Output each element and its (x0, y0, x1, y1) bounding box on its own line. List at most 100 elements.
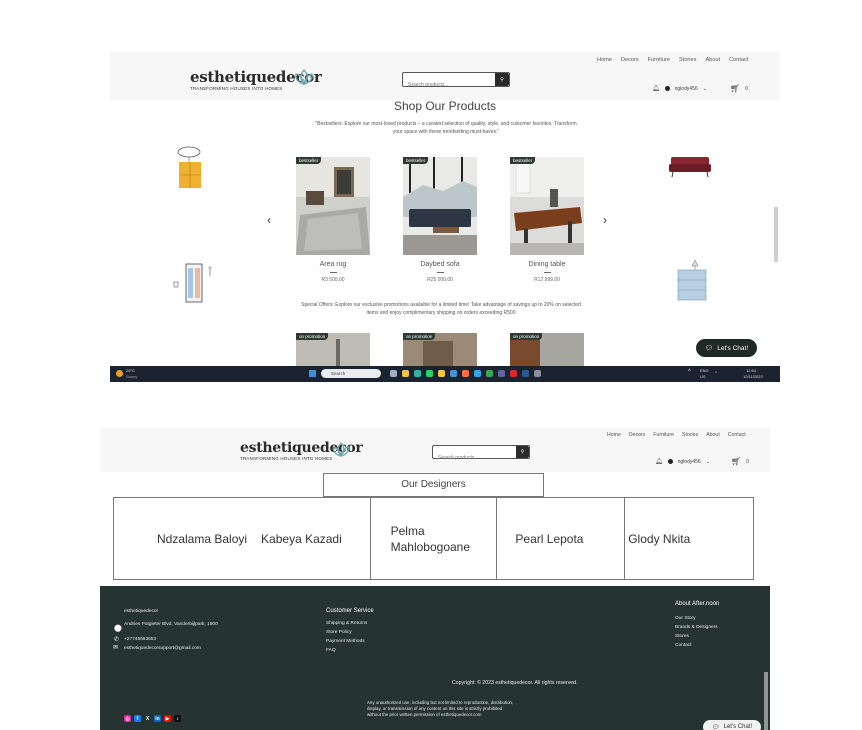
x-icon[interactable]: X (144, 715, 151, 722)
footer-link[interactable]: Our Story (675, 615, 696, 622)
carousel-next-icon[interactable]: › (603, 213, 607, 227)
brand-tagline: TRANSFORMING HOUSES INTO HOMES (190, 86, 283, 91)
promo-badge: on promotion (403, 333, 436, 340)
blue-drawers-image (677, 259, 707, 301)
nav-decors[interactable]: Decors (621, 57, 639, 63)
nav-stories[interactable]: Stories (682, 432, 698, 438)
settings-icon[interactable] (534, 370, 541, 377)
tray-wifi-icon[interactable]: ◔ (714, 370, 717, 376)
search-button[interactable]: ⚲ (495, 73, 509, 86)
tray-lang: ENG (700, 368, 709, 373)
chrome-icon[interactable] (486, 370, 493, 377)
nav-furniture[interactable]: Furniture (648, 57, 670, 63)
avatar-icon[interactable] (664, 86, 670, 91)
word-icon[interactable] (522, 370, 529, 377)
footer-link[interactable]: Shipping & Returns (326, 620, 367, 627)
special-offers-text: Special Offers: Explore our exclusive pr… (301, 302, 581, 316)
designer-card[interactable]: Pearl Lepota (497, 498, 626, 579)
teams-icon[interactable] (498, 370, 505, 377)
product-name[interactable]: Daybed sofa (400, 261, 480, 268)
cart-icon[interactable]: 🛒︎ (731, 457, 741, 466)
chevron-down-icon[interactable]: ⌄ (706, 459, 710, 465)
footer-link[interactable]: Brands & Designers (675, 624, 718, 631)
nav-home[interactable]: Home (597, 57, 612, 63)
footer-link[interactable]: Store Policy (326, 629, 352, 636)
facebook-icon[interactable]: f (134, 715, 141, 722)
taskbar-search[interactable]: Search (321, 369, 381, 378)
nav-furniture[interactable]: Furniture (653, 432, 674, 438)
lotus-logo-icon (295, 69, 313, 85)
nav-about[interactable]: About (705, 57, 720, 63)
chat-button[interactable]: 💬︎ Let's Chat! (703, 720, 762, 730)
chat-button[interactable]: 💬︎ Let's Chat! (696, 339, 758, 357)
promo-card[interactable]: on promotion (296, 333, 370, 367)
whatsapp-icon[interactable] (426, 370, 433, 377)
dining-table-photo (510, 157, 584, 255)
product-name[interactable]: Dining table (507, 261, 587, 268)
promo-card[interactable]: on promotion (403, 333, 477, 367)
product-name[interactable]: Area rug (293, 261, 373, 268)
product-price: R3 500,00 (321, 277, 345, 283)
search-box: ⚲ (402, 72, 510, 92)
store-icon[interactable] (450, 370, 457, 377)
product-badge: bestseller (403, 157, 429, 164)
location-icon: ⬤ (114, 625, 122, 632)
page-scrollbar[interactable] (774, 207, 778, 262)
designer-card[interactable]: Glody Nkita (625, 498, 753, 579)
footer-link[interactable]: Contact (675, 642, 692, 649)
page-scrollbar[interactable] (764, 672, 768, 730)
footer-link[interactable]: FAQ (326, 647, 336, 654)
nav-stories[interactable]: Stories (679, 57, 696, 63)
product-divider (330, 272, 337, 273)
linkedin-icon[interactable]: in (154, 715, 161, 722)
site-footer: esthetiquedecor ⬤ Andries Potgieter Blvd… (100, 586, 770, 730)
search-button[interactable]: ⚲ (516, 446, 529, 458)
explorer-icon[interactable] (438, 370, 445, 377)
files-icon[interactable] (402, 370, 409, 377)
edge-icon[interactable] (414, 370, 421, 377)
product-card-daybed-sofa[interactable]: bestseller (403, 157, 477, 255)
tiktok-icon[interactable]: ♪ (174, 715, 181, 722)
promo-card[interactable]: on promotion (510, 333, 584, 367)
main-nav: Home Decors Furniture Stories About Cont… (607, 432, 746, 438)
chat-label: Let's Chat! (723, 724, 753, 730)
firefox-icon[interactable] (462, 370, 469, 377)
designer-name: Ndzalama Baloyi (157, 531, 248, 546)
phone-icon: ✆ (114, 637, 120, 643)
taskbar-search-label: Search (331, 371, 346, 376)
instagram-icon[interactable]: ◎ (124, 715, 131, 722)
username[interactable]: nglody456 (678, 459, 701, 465)
search-input[interactable] (403, 78, 509, 92)
opera-icon[interactable] (510, 370, 517, 377)
nav-home[interactable]: Home (607, 432, 621, 438)
promo-badge: on promotion (296, 333, 329, 340)
nav-contact[interactable]: Contact (728, 432, 746, 438)
youtube-icon[interactable]: ▶ (164, 715, 171, 722)
app-icon[interactable] (474, 370, 481, 377)
cart-icon[interactable]: 🛒︎ (730, 84, 740, 93)
nav-about[interactable]: About (706, 432, 720, 438)
bell-icon[interactable]: 🔔︎ (652, 85, 660, 92)
taskview-icon[interactable] (390, 370, 397, 377)
windows-start-icon[interactable] (309, 370, 316, 377)
tray-time: 12:54 (746, 368, 757, 373)
nav-contact[interactable]: Contact (729, 57, 748, 63)
designer-card[interactable]: Ndzalama Baloyi Kabeya Kazadi (114, 498, 370, 579)
username[interactable]: nglody456 (675, 86, 698, 92)
bell-icon[interactable]: 🔔︎ (655, 458, 663, 465)
product-card-area-rug[interactable]: bestseller (296, 157, 370, 255)
designer-card[interactable]: Pelma Mahlobogoane (369, 498, 498, 579)
footer-link[interactable]: Stores (675, 633, 689, 640)
product-divider (437, 272, 444, 273)
tray-chevron-icon[interactable]: ^ (688, 369, 691, 375)
product-card-dining-table[interactable]: bestseller (510, 157, 584, 255)
lotus-logo-icon (332, 442, 350, 457)
footer-link[interactable]: Payment Methods (326, 638, 365, 645)
tray-region: US (700, 374, 706, 379)
chevron-down-icon[interactable]: ⌄ (703, 86, 707, 92)
user-bar: 🔔︎ nglody456 ⌄ 🛒︎ 0 (655, 457, 749, 466)
nav-decors[interactable]: Decors (629, 432, 645, 438)
carousel-prev-icon[interactable]: ‹ (267, 213, 271, 227)
search-input[interactable] (433, 452, 529, 464)
avatar-icon[interactable] (667, 459, 673, 464)
